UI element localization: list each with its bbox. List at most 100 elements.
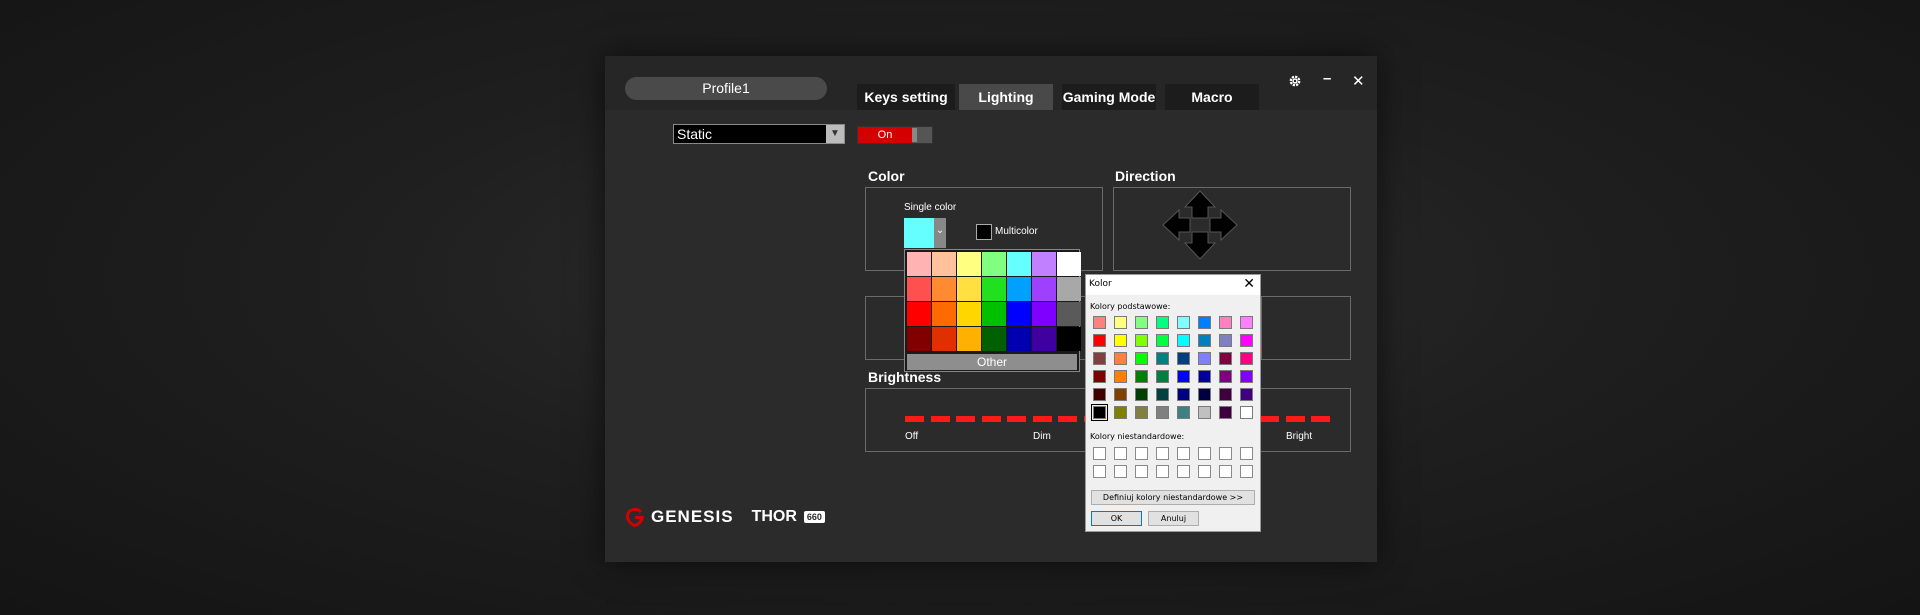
basic-color-swatch[interactable] <box>1177 406 1190 419</box>
brightness-level-segment[interactable] <box>1032 416 1052 422</box>
palette-color-swatch[interactable] <box>957 252 981 276</box>
basic-color-swatch[interactable] <box>1093 316 1106 329</box>
basic-color-swatch[interactable] <box>1219 352 1232 365</box>
palette-color-swatch[interactable] <box>907 277 931 301</box>
palette-color-swatch[interactable] <box>1032 252 1056 276</box>
multicolor-checkbox[interactable] <box>976 224 992 240</box>
chevron-down-icon[interactable]: ⌄ <box>934 218 946 248</box>
tab-macro[interactable]: Macro <box>1165 84 1259 110</box>
palette-color-swatch[interactable] <box>957 302 981 326</box>
palette-color-swatch[interactable] <box>1007 327 1031 351</box>
palette-color-swatch[interactable] <box>957 277 981 301</box>
basic-color-swatch[interactable] <box>1156 406 1169 419</box>
custom-color-swatch[interactable] <box>1240 465 1253 478</box>
brightness-level-segment[interactable] <box>905 416 924 422</box>
palette-color-swatch[interactable] <box>932 327 956 351</box>
basic-color-swatch[interactable] <box>1240 388 1253 401</box>
custom-color-swatch[interactable] <box>1177 447 1190 460</box>
basic-color-swatch[interactable] <box>1240 370 1253 383</box>
custom-color-swatch[interactable] <box>1093 465 1106 478</box>
palette-color-swatch[interactable] <box>932 277 956 301</box>
custom-color-swatch[interactable] <box>1219 465 1232 478</box>
basic-color-swatch[interactable] <box>1219 370 1232 383</box>
custom-color-swatch[interactable] <box>1198 465 1211 478</box>
basic-color-swatch[interactable] <box>1093 334 1106 347</box>
chevron-down-icon[interactable]: ▼ <box>826 125 844 143</box>
brightness-level-segment[interactable] <box>1311 416 1330 422</box>
custom-color-swatch[interactable] <box>1198 447 1211 460</box>
custom-color-swatch[interactable] <box>1156 465 1169 478</box>
basic-color-swatch[interactable] <box>1177 370 1190 383</box>
basic-color-swatch[interactable] <box>1091 404 1108 421</box>
toggle-knob[interactable] <box>912 128 917 142</box>
custom-color-swatch[interactable] <box>1093 447 1106 460</box>
basic-color-swatch[interactable] <box>1114 370 1127 383</box>
brightness-level-segment[interactable] <box>930 416 950 422</box>
basic-color-swatch[interactable] <box>1240 406 1253 419</box>
palette-color-swatch[interactable] <box>1007 277 1031 301</box>
define-custom-colors-button[interactable]: Definiuj kolory niestandardowe >> <box>1091 490 1255 505</box>
close-icon[interactable]: ✕ <box>1352 72 1365 90</box>
arrow-down-icon[interactable] <box>1183 231 1217 260</box>
basic-color-swatch[interactable] <box>1219 388 1232 401</box>
basic-color-swatch[interactable] <box>1240 334 1253 347</box>
basic-color-swatch[interactable] <box>1198 370 1211 383</box>
gear-icon[interactable] <box>1288 74 1302 92</box>
basic-color-swatch[interactable] <box>1135 316 1148 329</box>
palette-color-swatch[interactable] <box>1057 302 1081 326</box>
basic-color-swatch[interactable] <box>1114 334 1127 347</box>
other-color-button[interactable]: Other <box>907 354 1077 370</box>
palette-color-swatch[interactable] <box>907 327 931 351</box>
palette-color-swatch[interactable] <box>982 327 1006 351</box>
basic-color-swatch[interactable] <box>1198 406 1211 419</box>
palette-color-swatch[interactable] <box>1007 302 1031 326</box>
basic-color-swatch[interactable] <box>1198 352 1211 365</box>
basic-color-swatch[interactable] <box>1114 406 1127 419</box>
basic-color-swatch[interactable] <box>1135 370 1148 383</box>
basic-color-swatch[interactable] <box>1219 406 1232 419</box>
basic-color-swatch[interactable] <box>1177 334 1190 347</box>
basic-color-swatch[interactable] <box>1219 316 1232 329</box>
palette-color-swatch[interactable] <box>907 252 931 276</box>
close-icon[interactable]: ✕ <box>1243 276 1255 292</box>
tab-keys-setting[interactable]: Keys setting <box>857 84 955 110</box>
palette-color-swatch[interactable] <box>1007 252 1031 276</box>
palette-color-swatch[interactable] <box>932 302 956 326</box>
palette-color-swatch[interactable] <box>932 252 956 276</box>
basic-color-swatch[interactable] <box>1135 406 1148 419</box>
basic-color-swatch[interactable] <box>1177 316 1190 329</box>
basic-color-swatch[interactable] <box>1177 352 1190 365</box>
custom-color-swatch[interactable] <box>1240 447 1253 460</box>
custom-color-swatch[interactable] <box>1219 447 1232 460</box>
lighting-toggle[interactable]: On <box>857 126 933 144</box>
custom-color-swatch[interactable] <box>1114 465 1127 478</box>
brightness-level-segment[interactable] <box>981 416 1001 422</box>
ok-button[interactable]: OK <box>1091 511 1142 526</box>
custom-color-swatch[interactable] <box>1114 447 1127 460</box>
lighting-mode-select[interactable]: Static ▼ <box>673 124 845 144</box>
brightness-level-segment[interactable] <box>956 416 975 422</box>
palette-color-swatch[interactable] <box>1032 277 1056 301</box>
arrow-right-icon[interactable] <box>1209 208 1238 242</box>
custom-color-swatch[interactable] <box>1135 447 1148 460</box>
tab-lighting[interactable]: Lighting <box>959 84 1053 110</box>
brightness-level-segment[interactable] <box>1260 416 1279 422</box>
brightness-level-segment[interactable] <box>1285 416 1305 422</box>
basic-color-swatch[interactable] <box>1240 352 1253 365</box>
basic-color-swatch[interactable] <box>1114 352 1127 365</box>
basic-color-swatch[interactable] <box>1198 334 1211 347</box>
palette-color-swatch[interactable] <box>957 327 981 351</box>
arrow-up-icon[interactable] <box>1183 190 1217 219</box>
custom-color-swatch[interactable] <box>1177 465 1190 478</box>
palette-color-swatch[interactable] <box>1032 327 1056 351</box>
basic-color-swatch[interactable] <box>1156 370 1169 383</box>
brightness-level-segment[interactable] <box>1058 416 1077 422</box>
basic-color-swatch[interactable] <box>1156 334 1169 347</box>
basic-color-swatch[interactable] <box>1093 352 1106 365</box>
basic-color-swatch[interactable] <box>1135 334 1148 347</box>
basic-color-swatch[interactable] <box>1093 370 1106 383</box>
basic-color-swatch[interactable] <box>1156 316 1169 329</box>
arrow-left-icon[interactable] <box>1162 208 1191 242</box>
palette-color-swatch[interactable] <box>982 252 1006 276</box>
selected-color-swatch[interactable] <box>904 218 934 248</box>
